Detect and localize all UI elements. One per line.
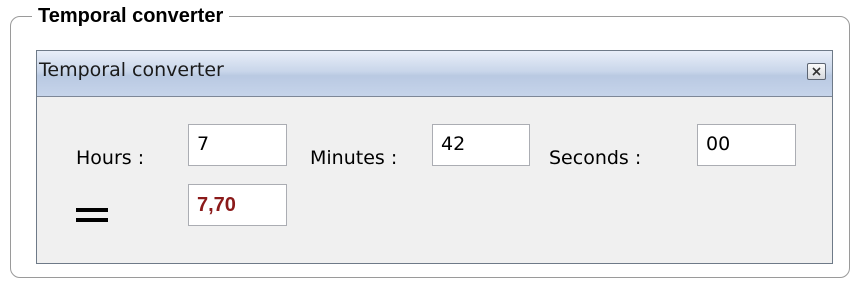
close-icon: [812, 67, 821, 76]
minutes-input[interactable]: 42: [432, 124, 530, 166]
equals-sign: [76, 208, 108, 222]
group-title: Temporal converter: [32, 3, 230, 29]
minutes-label: Minutes :: [310, 147, 398, 169]
seconds-label: Seconds :: [549, 147, 642, 169]
result-output[interactable]: 7,70: [188, 184, 287, 226]
window-body: [37, 97, 832, 263]
seconds-input[interactable]: 00: [697, 124, 796, 166]
window-title: Temporal converter: [39, 59, 224, 81]
hours-input[interactable]: 7: [188, 124, 287, 166]
close-button[interactable]: [807, 63, 826, 80]
hours-label: Hours :: [76, 147, 145, 169]
window-titlebar[interactable]: Temporal converter: [37, 51, 832, 97]
